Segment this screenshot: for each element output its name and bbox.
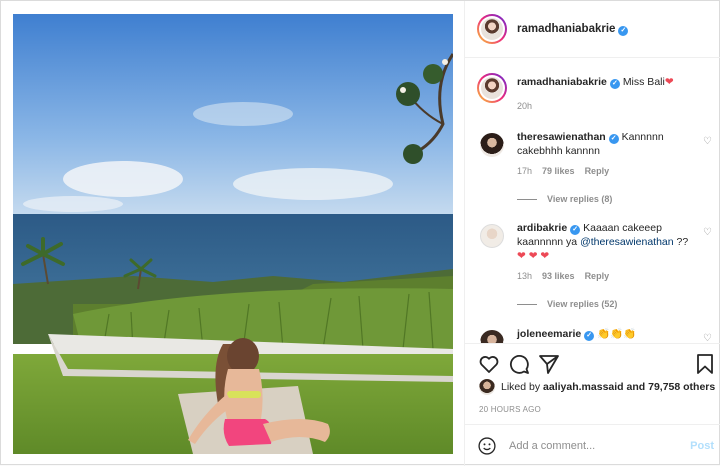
- heart-icon[interactable]: [477, 352, 501, 376]
- comment-input[interactable]: Add a comment...: [509, 440, 690, 452]
- commenter-avatar[interactable]: [480, 224, 504, 248]
- caption-text: Miss Bali: [622, 76, 665, 88]
- author-username[interactable]: ramadhaniabakrie ✓: [517, 23, 629, 36]
- add-comment-bar: Add a comment... Post: [465, 424, 720, 466]
- reply-button[interactable]: Reply: [585, 166, 610, 176]
- verified-icon: ✓: [570, 225, 581, 235]
- share-icon[interactable]: [537, 352, 561, 376]
- comment-username[interactable]: joleneemarie: [517, 328, 581, 340]
- like-comment-heart-icon[interactable]: ♡: [703, 227, 712, 238]
- post-actions-bar: [465, 343, 720, 383]
- commenter-avatar[interactable]: [480, 133, 504, 157]
- comment-time[interactable]: 13h: [517, 271, 532, 281]
- verified-icon: ✓: [584, 331, 595, 341]
- post-comment-button[interactable]: Post: [690, 440, 714, 452]
- verified-icon: ✓: [609, 79, 620, 89]
- comment-likes[interactable]: 93 likes: [542, 271, 575, 281]
- post-header: ramadhaniabakrie ✓: [465, 1, 720, 58]
- post-side-panel: ramadhaniabakrie ✓ ramadhaniabakrie ✓ Miss…: [464, 1, 720, 466]
- caption-time[interactable]: 20h: [517, 101, 532, 111]
- post-timestamp[interactable]: 20 HOURS AGO: [479, 405, 541, 414]
- comment-text: 👏👏👏: [597, 328, 637, 340]
- comment-icon[interactable]: [507, 352, 531, 376]
- post-photo[interactable]: [13, 14, 453, 454]
- view-replies-button[interactable]: View replies (8): [517, 192, 692, 206]
- bali-photo-illustration: [13, 14, 453, 454]
- comment-likes[interactable]: 79 likes: [542, 166, 575, 176]
- liker-avatar[interactable]: [479, 379, 495, 395]
- view-replies-button[interactable]: View replies (52): [517, 297, 692, 311]
- likes-count[interactable]: and 79,758 others: [627, 381, 716, 393]
- verified-icon: ✓: [608, 134, 619, 144]
- verified-icon: ✓: [618, 25, 629, 36]
- like-comment-heart-icon[interactable]: ♡: [703, 333, 712, 343]
- like-comment-heart-icon[interactable]: ♡: [703, 136, 712, 147]
- emoji-icon[interactable]: [477, 436, 497, 456]
- comment-time[interactable]: 17h: [517, 166, 532, 176]
- reply-button[interactable]: Reply: [585, 271, 610, 281]
- comment-username[interactable]: ardibakrie: [517, 222, 567, 234]
- caption-username[interactable]: ramadhaniabakrie: [517, 76, 607, 88]
- comments-list: ramadhaniabakrie ✓ Miss Bali❤ 20h theresa…: [465, 58, 720, 343]
- author-avatar[interactable]: [477, 14, 507, 44]
- heart-emojis: ❤ ❤ ❤: [517, 250, 550, 262]
- mention-link[interactable]: @theresawienathan: [580, 236, 674, 248]
- liker-username[interactable]: aaliyah.massaid: [543, 381, 624, 393]
- heart-emoji: ❤: [664, 76, 674, 88]
- instagram-post-window: ramadhaniabakrie ✓ ramadhaniabakrie ✓ Miss…: [0, 0, 720, 466]
- caption-avatar[interactable]: [477, 73, 507, 103]
- bookmark-icon[interactable]: [693, 352, 717, 376]
- commenter-avatar[interactable]: [480, 330, 504, 343]
- comment-username[interactable]: theresawienathan: [517, 131, 606, 143]
- liked-by-summary: Liked by aaliyah.massaid and 79,758 othe…: [479, 379, 715, 395]
